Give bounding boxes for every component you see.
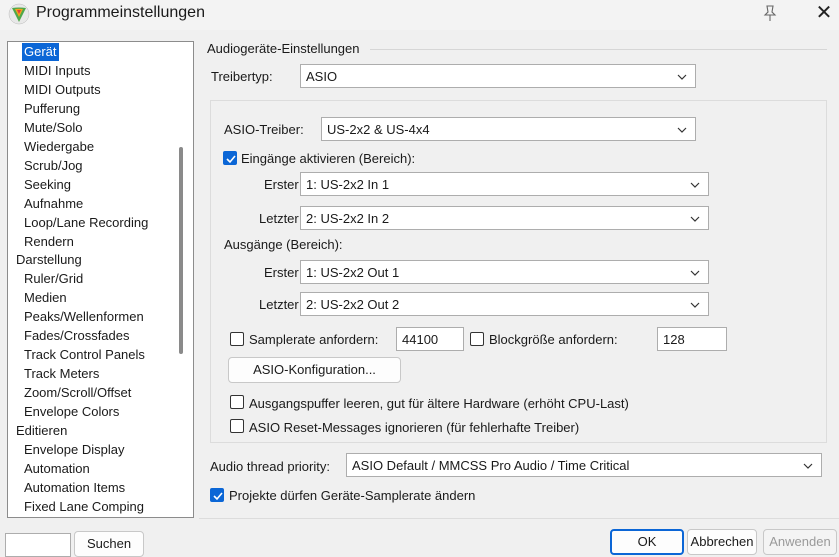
checkmark-icon	[226, 155, 236, 164]
apply-button[interactable]: Anwenden	[763, 529, 837, 555]
ok-button[interactable]: OK	[610, 529, 684, 555]
tree-item[interactable]: Pufferung	[22, 100, 82, 118]
input-last-value: 2: US-2x2 In 2	[306, 211, 390, 226]
output-last-value: 2: US-2x2 Out 2	[306, 297, 400, 312]
blocksize-value: 128	[663, 332, 685, 347]
asio-driver-label: ASIO-Treiber:	[224, 122, 304, 137]
samplerate-value: 44100	[402, 332, 439, 347]
samplerate-checkbox[interactable]	[230, 332, 244, 346]
tree-item[interactable]: Peaks/Wellenformen	[22, 308, 146, 326]
reaper-logo-icon	[8, 3, 30, 25]
footer-divider	[199, 518, 839, 519]
input-last-select[interactable]: 2: US-2x2 In 2	[300, 206, 709, 230]
tree-category[interactable]: Editieren	[14, 422, 69, 440]
tree-item[interactable]: MIDI Inputs	[22, 62, 92, 80]
chevron-down-icon	[803, 463, 813, 469]
output-last-select[interactable]: 2: US-2x2 Out 2	[300, 292, 709, 316]
tree-item[interactable]: Track Meters	[22, 365, 101, 383]
chevron-down-icon	[690, 270, 700, 276]
tree-item[interactable]: Fixed Lane Comping	[22, 498, 146, 516]
thread-priority-label: Audio thread priority:	[210, 459, 330, 474]
blocksize-checkbox[interactable]	[470, 332, 484, 346]
group-divider	[370, 49, 827, 50]
input-first-select[interactable]: 1: US-2x2 In 1	[300, 172, 709, 196]
tree-category[interactable]: Darstellung	[14, 251, 84, 269]
output-first-value: 1: US-2x2 Out 1	[306, 265, 400, 280]
tree-item[interactable]: Aufnahme	[22, 195, 85, 213]
asio-config-button[interactable]: ASIO-Konfiguration...	[228, 357, 401, 383]
input-first-label: Erster	[264, 177, 299, 192]
outputs-label: Ausgänge (Bereich):	[224, 237, 343, 252]
tree-item[interactable]: Fades/Crossfades	[22, 327, 132, 345]
output-first-label: Erster	[264, 265, 299, 280]
inputs-enable-label: Eingänge aktivieren (Bereich):	[241, 151, 416, 166]
chevron-down-icon	[677, 74, 687, 80]
tree-item[interactable]: Automation Items	[22, 479, 127, 497]
tree-item[interactable]: Zoom/Scroll/Offset	[22, 384, 133, 402]
blocksize-input[interactable]: 128	[657, 327, 727, 351]
ignore-reset-label: ASIO Reset-Messages ignorieren (für fehl…	[249, 420, 580, 435]
group-title: Audiogeräte-Einstellungen	[207, 41, 360, 56]
thread-priority-select[interactable]: ASIO Default / MMCSS Pro Audio / Time Cr…	[346, 453, 822, 477]
chevron-down-icon	[690, 182, 700, 188]
search-button[interactable]: Suchen	[74, 531, 144, 557]
thread-priority-value: ASIO Default / MMCSS Pro Audio / Time Cr…	[352, 458, 630, 473]
tree-item[interactable]: Track Control Panels	[22, 346, 147, 364]
chevron-down-icon	[690, 216, 700, 222]
asio-driver-value: US-2x2 & US-4x4	[327, 122, 430, 137]
samplerate-label: Samplerate anfordern:	[249, 332, 379, 347]
tree-item[interactable]: Rendern	[22, 233, 76, 251]
tree-item[interactable]: Medien	[22, 289, 69, 307]
input-last-label: Letzter	[259, 211, 299, 226]
chevron-down-icon	[677, 127, 687, 133]
ignore-reset-checkbox[interactable]	[230, 419, 244, 433]
search-input[interactable]	[5, 533, 71, 557]
output-first-select[interactable]: 1: US-2x2 Out 1	[300, 260, 709, 284]
tree-item[interactable]: Automation	[22, 460, 92, 478]
close-icon[interactable]: ✕	[812, 2, 836, 26]
flush-buffers-checkbox[interactable]	[230, 395, 244, 409]
tree-item[interactable]: Wiedergabe	[22, 138, 96, 156]
tree-item[interactable]: Seeking	[22, 176, 73, 194]
tree-scrollbar-thumb[interactable]	[179, 147, 183, 354]
window-title: Programmeinstellungen	[36, 4, 205, 21]
settings-tree[interactable]: Gerät MIDI Inputs MIDI Outputs Pufferung Mut…	[7, 41, 194, 518]
projects-samplerate-checkbox[interactable]	[210, 488, 224, 502]
cancel-button[interactable]: Abbrechen	[687, 529, 757, 555]
asio-driver-select[interactable]: US-2x2 & US-4x4	[321, 117, 696, 141]
checkmark-icon	[213, 492, 223, 501]
inputs-enable-checkbox[interactable]	[223, 151, 237, 165]
tree-item[interactable]: Mute/Solo	[22, 119, 85, 137]
chevron-down-icon	[690, 302, 700, 308]
driver-type-value: ASIO	[306, 69, 338, 84]
projects-samplerate-label: Projekte dürfen Geräte-Samplerate ändern	[229, 488, 476, 503]
tree-item[interactable]: Loop/Lane Recording	[22, 214, 150, 232]
flush-buffers-label: Ausgangspuffer leeren, gut für ältere Ha…	[249, 396, 629, 411]
tree-item[interactable]: Envelope Display	[22, 441, 126, 459]
pin-icon[interactable]	[760, 3, 780, 23]
blocksize-label: Blockgröße anfordern:	[489, 332, 618, 347]
samplerate-input[interactable]: 44100	[396, 327, 464, 351]
tree-item[interactable]: MIDI Outputs	[22, 81, 103, 99]
tree-item[interactable]: Gerät	[22, 43, 59, 61]
tree-item[interactable]: Ruler/Grid	[22, 270, 85, 288]
output-last-label: Letzter	[259, 297, 299, 312]
tree-item[interactable]: Scrub/Jog	[22, 157, 85, 175]
driver-type-select[interactable]: ASIO	[300, 64, 696, 88]
driver-type-label: Treibertyp:	[211, 69, 273, 84]
input-first-value: 1: US-2x2 In 1	[306, 177, 390, 192]
tree-item[interactable]: Envelope Colors	[22, 403, 121, 421]
